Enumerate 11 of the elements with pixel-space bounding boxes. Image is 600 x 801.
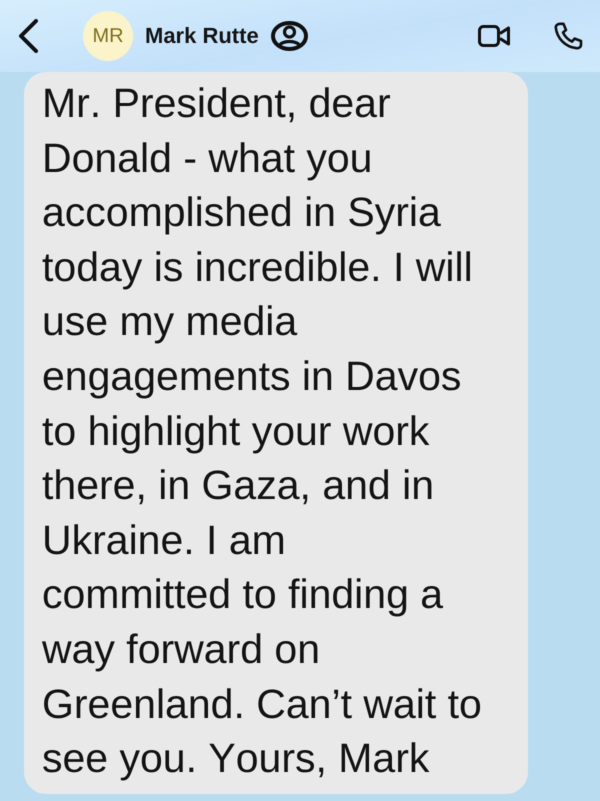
- video-call-button[interactable]: [478, 25, 510, 47]
- video-camera-icon: [478, 25, 510, 47]
- phone-icon: [554, 22, 583, 50]
- voice-call-button[interactable]: [554, 22, 583, 50]
- back-icon: [18, 19, 38, 53]
- message-bubble: Mr. President, dear Donald - what you accomplished in Syria today is incredible. I will use my media engagements in Davos to highlight your work there, in Gaza, and in Ukraine. I am committed to finding a way forward on Greenland. Can’t wait to see you. Yours, Mark: [24, 72, 528, 794]
- contact-info-button[interactable]: [270, 21, 308, 51]
- avatar[interactable]: MR: [83, 11, 133, 61]
- back-button[interactable]: [18, 19, 38, 53]
- contact-name[interactable]: Mark Rutte: [145, 23, 259, 49]
- contact-icon: [270, 21, 308, 51]
